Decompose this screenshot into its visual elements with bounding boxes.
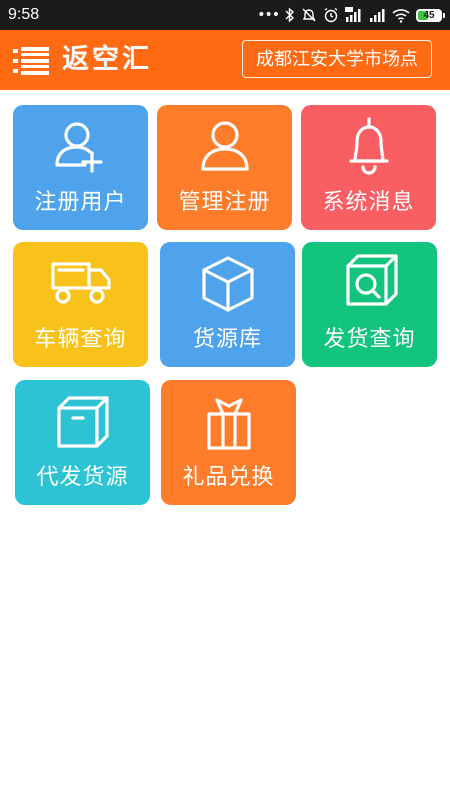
bluetooth-icon — [285, 7, 295, 23]
tile-proxy-cargo[interactable]: 代发货源 — [15, 380, 150, 505]
tile-label: 礼品兑换 — [182, 465, 275, 490]
tile-cargo-source[interactable]: 货源库 — [160, 242, 295, 367]
tile-label: 管理注册 — [178, 190, 271, 215]
package-icon — [57, 396, 109, 448]
status-icons: ••• 45 — [257, 5, 445, 25]
box-icon — [202, 256, 254, 312]
tile-register-user[interactable]: 注册用户 — [13, 105, 148, 230]
tile-label: 发货查询 — [323, 327, 416, 352]
location-button[interactable]: 成都江安大学市场点 — [242, 40, 432, 78]
gift-icon — [207, 398, 251, 450]
tile-shipment-search[interactable]: 发货查询 — [302, 242, 437, 367]
user-icon — [201, 121, 249, 171]
tile-label: 货源库 — [192, 327, 262, 352]
status-bar: 9:58 ••• 45 — [0, 0, 450, 30]
tile-system-messages[interactable]: 系统消息 — [301, 105, 436, 230]
alarm-off-icon — [302, 8, 316, 22]
add-user-icon — [55, 122, 103, 173]
menu-list-icon[interactable] — [13, 47, 49, 75]
dots-icon: ••• — [257, 7, 280, 23]
tile-label: 代发货源 — [36, 465, 129, 490]
clock-icon — [324, 7, 338, 23]
tile-gift-exchange[interactable]: 礼品兑换 — [161, 380, 296, 505]
tile-manage-registration[interactable]: 管理注册 — [157, 105, 292, 230]
app-title: 返空汇 — [62, 44, 152, 75]
hd-signal-icon — [345, 7, 361, 22]
truck-icon — [51, 262, 111, 304]
battery-level: 45 — [423, 9, 435, 21]
box-search-icon — [346, 254, 398, 306]
tile-label: 注册用户 — [34, 190, 127, 215]
bell-icon — [349, 117, 389, 175]
battery-icon: 45 — [416, 8, 445, 22]
tile-label: 车辆查询 — [34, 327, 127, 352]
tile-label: 系统消息 — [322, 190, 415, 215]
signal-icon — [370, 9, 385, 22]
app-header: 返空汇 成都江安大学市场点 — [0, 30, 450, 90]
tile-vehicle-search[interactable]: 车辆查询 — [13, 242, 148, 367]
status-time: 9:58 — [8, 6, 40, 23]
wifi-icon — [392, 9, 410, 23]
